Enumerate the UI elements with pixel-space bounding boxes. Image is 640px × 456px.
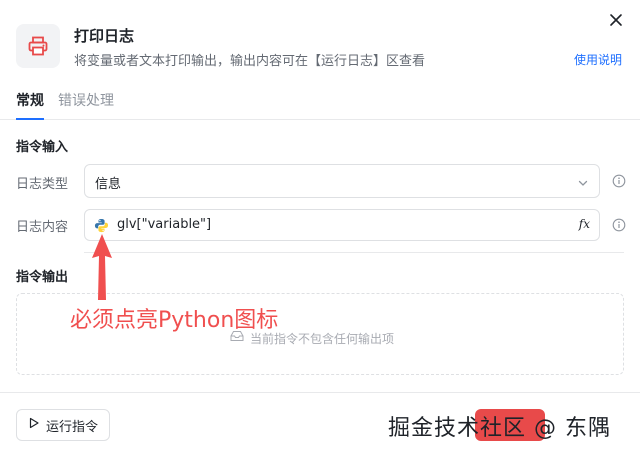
log-content-input[interactable]: glv["variable"] fx [84, 209, 600, 241]
play-icon [28, 416, 40, 434]
annotation-text: 必须点亮Python图标 [70, 308, 279, 333]
watermark: 掘金技术社区 @ 东隅 [388, 416, 611, 441]
tab-general[interactable]: 常规 [16, 90, 44, 120]
fx-button[interactable]: fx [579, 217, 590, 231]
run-command-label: 运行指令 [45, 419, 98, 435]
dialog-footer: 运行指令 掘金技术社区 @ 东隅 [0, 392, 640, 456]
log-type-select[interactable]: 信息 [84, 164, 600, 198]
log-content-label: 日志内容 [16, 220, 69, 235]
tab-error-handling[interactable]: 错误处理 [58, 90, 114, 110]
tab-bar: 常规 错误处理 [0, 86, 640, 120]
printer-icon [16, 24, 60, 68]
dialog-description: 将变量或者文本打印输出，输出内容可在【运行日志】区查看 [74, 54, 426, 69]
log-type-value: 信息 [95, 177, 122, 192]
annotation-arrow-icon [92, 234, 112, 300]
output-section-title: 指令输出 [16, 270, 69, 285]
input-section-title: 指令输入 [16, 140, 69, 155]
dialog-title: 打印日志 [74, 27, 135, 45]
log-type-label: 日志类型 [16, 177, 69, 192]
log-content-value: glv["variable"] [117, 217, 212, 232]
help-link[interactable]: 使用说明 [574, 51, 622, 68]
info-icon[interactable] [612, 218, 626, 232]
section-divider [84, 252, 624, 253]
info-icon[interactable] [612, 174, 626, 188]
chevron-down-icon [577, 176, 589, 194]
close-icon[interactable] [608, 12, 624, 28]
run-command-button[interactable]: 运行指令 [16, 409, 110, 441]
dialog-header: 打印日志 将变量或者文本打印输出，输出内容可在【运行日志】区查看 使用说明 [0, 0, 640, 80]
